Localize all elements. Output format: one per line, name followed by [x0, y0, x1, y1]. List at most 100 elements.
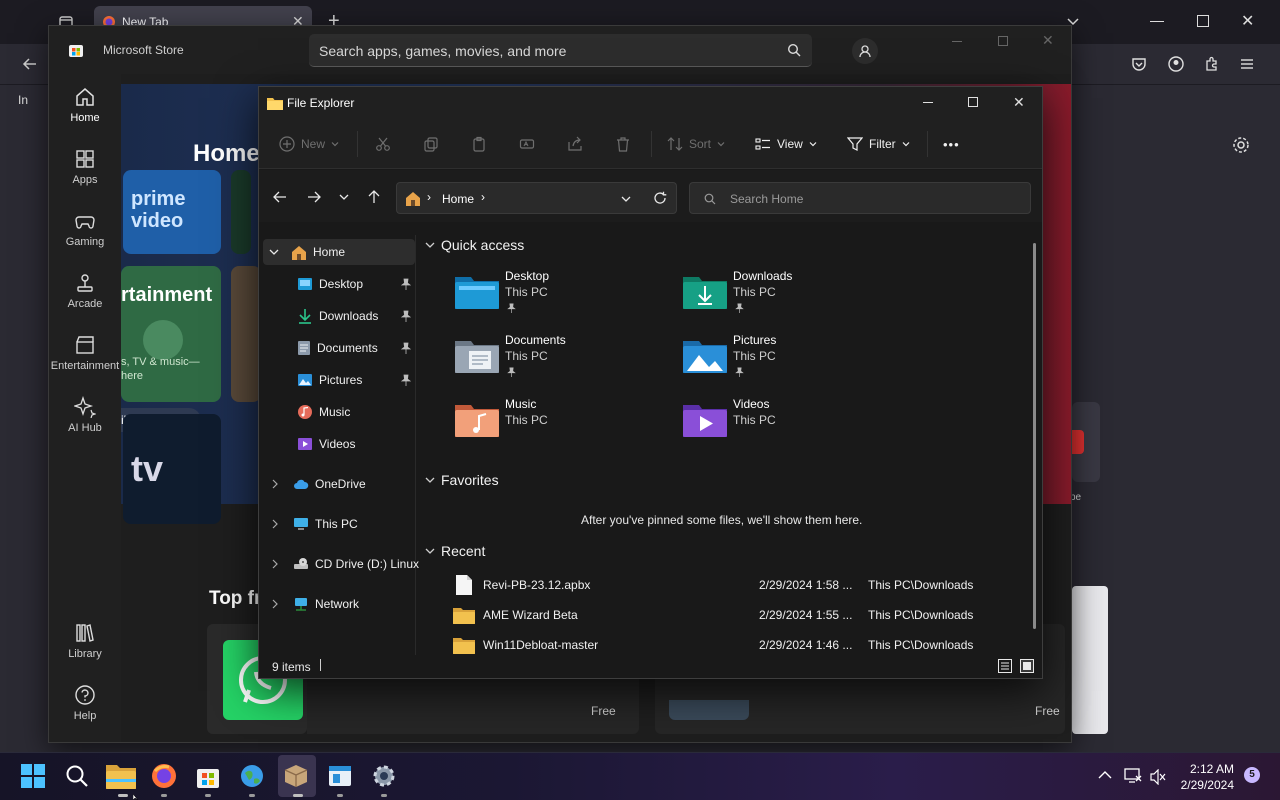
favorites-header[interactable]: Favorites: [425, 472, 499, 488]
details-view-icon[interactable]: [998, 659, 1012, 673]
more-options-button[interactable]: •••: [943, 131, 960, 157]
pin-icon[interactable]: [401, 374, 411, 386]
filter-button[interactable]: Filter: [847, 131, 910, 157]
system-clock[interactable]: 2:12 AM 2/29/2024: [1181, 761, 1234, 793]
store-nav-help[interactable]: Help: [49, 684, 121, 722]
recent-row[interactable]: Win11Debloat-master 2/29/2024 1:46 ... T…: [453, 633, 1013, 655]
expand-chevron-icon[interactable]: [271, 559, 279, 569]
close-button[interactable]: ✕: [1013, 94, 1025, 111]
store-maximize-button[interactable]: [998, 36, 1008, 46]
sort-button[interactable]: Sort: [667, 131, 725, 157]
shortcut-card[interactable]: [1072, 586, 1108, 734]
taskbar-file-explorer[interactable]: [106, 763, 136, 791]
store-minimize-button[interactable]: [952, 41, 962, 42]
store-nav-entertainment[interactable]: Entertainment: [49, 334, 121, 372]
breadcrumb-chevron-icon[interactable]: ›: [481, 190, 485, 204]
rename-button[interactable]: [519, 131, 535, 157]
quick-access-music[interactable]: Music This PC: [455, 397, 675, 453]
pin-icon[interactable]: [401, 342, 411, 354]
quick-access-header[interactable]: Quick access: [425, 237, 524, 253]
large-icons-view-icon[interactable]: [1020, 659, 1034, 673]
nav-item-pictures[interactable]: Pictures: [263, 367, 415, 393]
taskbar-package-app[interactable]: [283, 763, 311, 791]
store-search-input[interactable]: Search apps, games, movies, and more: [319, 43, 566, 59]
taskbar-microsoft-store[interactable]: [195, 763, 223, 791]
store-search-box[interactable]: Search apps, games, movies, and more: [309, 34, 812, 67]
nav-item-home[interactable]: Home: [263, 239, 415, 265]
quick-access-downloads[interactable]: Downloads This PC: [683, 269, 903, 325]
recent-header[interactable]: Recent: [425, 543, 485, 559]
quick-access-videos[interactable]: Videos This PC: [683, 397, 903, 453]
account-icon[interactable]: [1168, 56, 1184, 72]
nav-item-desktop[interactable]: Desktop: [263, 271, 415, 297]
apple-tv-tile[interactable]: tv: [123, 414, 221, 524]
extensions-icon[interactable]: [1204, 56, 1220, 72]
maximize-button[interactable]: [968, 97, 978, 107]
search-input[interactable]: Search Home: [730, 192, 803, 206]
store-nav-home[interactable]: Home: [49, 86, 121, 124]
expand-chevron-icon[interactable]: [271, 479, 279, 489]
maximize-button[interactable]: [1197, 15, 1209, 27]
network-status-icon[interactable]: [1124, 768, 1142, 784]
cut-button[interactable]: [375, 131, 391, 157]
taskbar-search-button[interactable]: [64, 763, 92, 791]
address-bar[interactable]: › Home ›: [396, 182, 677, 214]
nav-item-downloads[interactable]: Downloads: [263, 303, 415, 329]
nav-item-documents[interactable]: Documents: [263, 335, 415, 361]
account-button[interactable]: [852, 38, 878, 64]
expand-chevron-icon[interactable]: [271, 599, 279, 609]
copy-button[interactable]: [423, 131, 439, 157]
close-window-button[interactable]: ✕: [1241, 11, 1254, 31]
search-icon[interactable]: [787, 43, 801, 57]
refresh-icon[interactable]: [653, 191, 667, 205]
expand-chevron-icon[interactable]: [269, 248, 279, 256]
store-nav-arcade[interactable]: Arcade: [49, 272, 121, 310]
start-button[interactable]: [20, 763, 48, 791]
pin-icon[interactable]: [401, 278, 411, 290]
address-history-chevron-icon[interactable]: [621, 195, 631, 203]
app-tile[interactable]: [231, 170, 251, 254]
gear-icon[interactable]: [1232, 136, 1250, 154]
minimize-button[interactable]: [1150, 21, 1164, 22]
quick-access-documents[interactable]: Documents This PC: [455, 333, 675, 389]
recent-row[interactable]: AME Wizard Beta 2/29/2024 1:55 ... This …: [453, 603, 1013, 627]
nav-item-music[interactable]: Music: [263, 399, 415, 425]
delete-button[interactable]: [615, 131, 631, 157]
nav-item-onedrive[interactable]: OneDrive: [263, 471, 415, 497]
expand-chevron-icon[interactable]: [271, 519, 279, 529]
share-button[interactable]: [567, 131, 583, 157]
nav-item-cd-drive[interactable]: CD Drive (D:) Linux l: [263, 551, 423, 577]
volume-muted-icon[interactable]: [1150, 769, 1166, 785]
new-button[interactable]: New: [279, 131, 339, 157]
quick-access-pictures[interactable]: Pictures This PC: [683, 333, 903, 389]
store-nav-gaming[interactable]: Gaming: [49, 210, 121, 248]
menu-icon[interactable]: [1240, 57, 1254, 71]
entertainment-tile[interactable]: rtainment s, TV & music— here: [121, 266, 221, 402]
nav-item-this-pc[interactable]: This PC: [263, 511, 415, 537]
show-hidden-icons-chevron[interactable]: [1098, 770, 1112, 780]
nav-item-network[interactable]: Network: [263, 591, 415, 617]
pocket-icon[interactable]: [1131, 56, 1147, 72]
quick-access-desktop[interactable]: Desktop This PC: [455, 269, 675, 325]
import-bookmarks-link[interactable]: In: [18, 93, 28, 107]
minimize-button[interactable]: [923, 102, 933, 103]
paste-button[interactable]: [471, 131, 487, 157]
taskbar-firefox[interactable]: [151, 763, 179, 791]
recent-row[interactable]: Revi-PB-23.12.apbx 2/29/2024 1:58 ... Th…: [453, 573, 1013, 597]
store-nav-apps[interactable]: Apps: [49, 148, 121, 186]
up-arrow-icon[interactable]: [367, 190, 381, 204]
search-box[interactable]: Search Home: [689, 182, 1031, 214]
store-close-button[interactable]: ✕: [1042, 32, 1054, 49]
app-tile[interactable]: [231, 266, 261, 402]
back-arrow-icon[interactable]: [273, 190, 287, 204]
back-arrow-icon[interactable]: [22, 56, 38, 72]
view-button[interactable]: View: [755, 131, 817, 157]
nav-item-videos[interactable]: Videos: [263, 431, 415, 457]
pin-icon[interactable]: [401, 310, 411, 322]
store-nav-library[interactable]: Library: [49, 622, 121, 660]
forward-arrow-icon[interactable]: [307, 190, 321, 204]
breadcrumb-home[interactable]: Home: [442, 192, 474, 206]
prime-video-tile[interactable]: prime video: [123, 170, 221, 254]
notification-badge[interactable]: 5: [1244, 767, 1260, 783]
shortcut-tile[interactable]: [1072, 402, 1100, 482]
